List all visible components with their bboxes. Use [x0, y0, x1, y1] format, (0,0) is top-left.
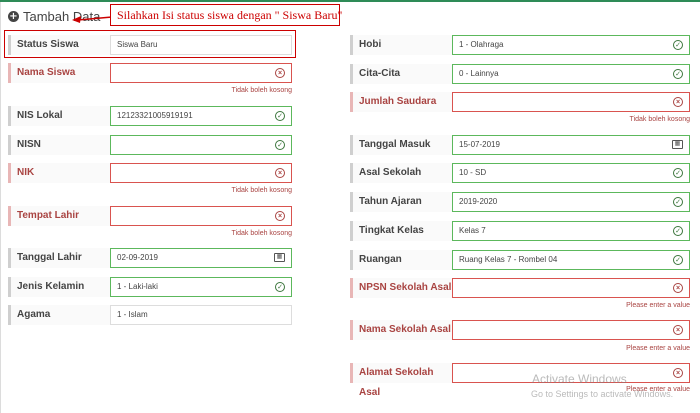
tingkat-kelas-select[interactable]: Kelas 7 ✓	[452, 221, 690, 241]
nama-sekolah-asal-input[interactable]: ×	[452, 320, 690, 340]
tanggal-lahir-label: Tanggal Lahir	[8, 248, 110, 268]
field-status-siswa: Status Siswa Siswa Baru	[8, 35, 292, 55]
cita-cita-select[interactable]: 0 - Lainnya ✓	[452, 64, 690, 84]
plus-circle-icon: +	[8, 10, 19, 22]
tingkat-kelas-value: Kelas 7	[459, 226, 486, 235]
instruction-callout: Silahkan Isi status siswa dengan " Siswa…	[110, 4, 342, 26]
windows-activation-watermark-title: Activate Windows	[532, 372, 627, 386]
agama-input[interactable]: 1 - Islam	[110, 305, 292, 325]
error-x-icon: ×	[275, 68, 285, 78]
agama-label: Agama	[8, 305, 110, 325]
nama-sekolah-asal-label: Nama Sekolah Asal	[350, 320, 452, 340]
tempat-lahir-help: Tidak boleh kosong	[231, 230, 292, 237]
jenis-kelamin-select[interactable]: 1 - Laki-laki ✓	[110, 277, 292, 297]
field-asal-sekolah: Asal Sekolah 10 - SD ✓	[350, 163, 690, 183]
field-alamat-sekolah-asal: Alamat Sekolah Asal ×	[350, 363, 690, 398]
npsn-sekolah-asal-help: Please enter a value	[626, 302, 690, 309]
tahun-ajaran-select[interactable]: 2019-2020 ✓	[452, 192, 690, 212]
check-icon: ✓	[673, 168, 683, 178]
error-x-icon: ×	[673, 97, 683, 107]
npsn-sekolah-asal-label: NPSN Sekolah Asal	[350, 278, 452, 298]
asal-sekolah-value: 10 - SD	[459, 168, 487, 177]
npsn-sekolah-asal-input[interactable]: ×	[452, 278, 690, 298]
nisn-label: NISN	[8, 135, 110, 155]
field-npsn-sekolah-asal: NPSN Sekolah Asal ×	[350, 278, 690, 298]
jenis-kelamin-value: 1 - Laki-laki	[117, 282, 158, 291]
check-icon: ✓	[673, 197, 683, 207]
tanggal-lahir-input[interactable]: 02-09-2019 ▦	[110, 248, 292, 268]
alamat-sekolah-asal-label: Alamat Sekolah Asal	[350, 363, 452, 398]
field-nik: NIK ×	[8, 163, 292, 183]
hobi-label: Hobi	[350, 35, 452, 55]
error-x-icon: ×	[673, 283, 683, 293]
check-icon: ✓	[673, 40, 683, 50]
field-nama-sekolah-asal: Nama Sekolah Asal ×	[350, 320, 690, 340]
nama-siswa-input[interactable]: ×	[110, 63, 292, 83]
windows-activation-watermark-subtitle: Go to Settings to activate Windows.	[531, 389, 674, 399]
asal-sekolah-label: Asal Sekolah	[350, 163, 452, 183]
jumlah-saudara-help: Tidak boleh kosong	[629, 116, 690, 123]
field-tahun-ajaran: Tahun Ajaran 2019-2020 ✓	[350, 192, 690, 212]
field-jenis-kelamin: Jenis Kelamin 1 - Laki-laki ✓	[8, 277, 292, 297]
status-siswa-label: Status Siswa	[8, 35, 110, 55]
check-icon: ✓	[673, 255, 683, 265]
calendar-icon[interactable]: ▦	[672, 140, 683, 149]
field-tanggal-lahir: Tanggal Lahir 02-09-2019 ▦	[8, 248, 292, 268]
jumlah-saudara-input[interactable]: ×	[452, 92, 690, 112]
tingkat-kelas-label: Tingkat Kelas	[350, 221, 452, 241]
nama-siswa-help: Tidak boleh kosong	[231, 87, 292, 94]
field-tempat-lahir: Tempat Lahir ×	[8, 206, 292, 226]
check-icon: ✓	[673, 226, 683, 236]
nama-sekolah-asal-help: Please enter a value	[626, 345, 690, 352]
tahun-ajaran-label: Tahun Ajaran	[350, 192, 452, 212]
field-nisn: NISN ✓	[8, 135, 292, 155]
check-icon: ✓	[673, 69, 683, 79]
error-x-icon: ×	[673, 368, 683, 378]
hobi-value: 1 - Olahraga	[459, 40, 504, 49]
hobi-select[interactable]: 1 - Olahraga ✓	[452, 35, 690, 55]
nik-help: Tidak boleh kosong	[231, 187, 292, 194]
cita-cita-value: 0 - Lainnya	[459, 69, 499, 78]
tempat-lahir-input[interactable]: ×	[110, 206, 292, 226]
nik-input[interactable]: ×	[110, 163, 292, 183]
field-tanggal-masuk: Tanggal Masuk 15-07-2019 ▦	[350, 135, 690, 155]
check-icon: ✓	[275, 282, 285, 292]
nis-lokal-input[interactable]: 12123321005919191 ✓	[110, 106, 292, 126]
field-nis-lokal: NIS Lokal 12123321005919191 ✓	[8, 106, 292, 126]
tanggal-lahir-value: 02-09-2019	[117, 253, 158, 262]
error-x-icon: ×	[673, 325, 683, 335]
status-siswa-input[interactable]: Siswa Baru	[110, 35, 292, 55]
cita-cita-label: Cita-Cita	[350, 64, 452, 84]
field-agama: Agama 1 - Islam	[8, 305, 292, 325]
tempat-lahir-label: Tempat Lahir	[8, 206, 110, 226]
error-x-icon: ×	[275, 211, 285, 221]
error-x-icon: ×	[275, 168, 285, 178]
field-tingkat-kelas: Tingkat Kelas Kelas 7 ✓	[350, 221, 690, 241]
field-nama-siswa: Nama Siswa ×	[8, 63, 292, 83]
tanggal-masuk-label: Tanggal Masuk	[350, 135, 452, 155]
tahun-ajaran-value: 2019-2020	[459, 197, 498, 206]
nis-lokal-label: NIS Lokal	[8, 106, 110, 126]
field-cita-cita: Cita-Cita 0 - Lainnya ✓	[350, 64, 690, 84]
ruangan-label: Ruangan	[350, 250, 452, 270]
calendar-icon[interactable]: ▦	[274, 253, 285, 262]
nis-lokal-value: 12123321005919191	[117, 111, 193, 120]
nik-label: NIK	[8, 163, 110, 183]
asal-sekolah-select[interactable]: 10 - SD ✓	[452, 163, 690, 183]
check-icon: ✓	[275, 140, 285, 150]
field-hobi: Hobi 1 - Olahraga ✓	[350, 35, 690, 55]
field-jumlah-saudara: Jumlah Saudara ×	[350, 92, 690, 112]
jumlah-saudara-label: Jumlah Saudara	[350, 92, 452, 112]
jenis-kelamin-label: Jenis Kelamin	[8, 277, 110, 297]
tanggal-masuk-input[interactable]: 15-07-2019 ▦	[452, 135, 690, 155]
tanggal-masuk-value: 15-07-2019	[459, 140, 500, 149]
nama-siswa-label: Nama Siswa	[8, 63, 110, 83]
ruangan-select[interactable]: Ruang Kelas 7 - Rombel 04 ✓	[452, 250, 690, 270]
ruangan-value: Ruang Kelas 7 - Rombel 04	[459, 255, 558, 264]
check-icon: ✓	[275, 111, 285, 121]
callout-arrow-icon	[72, 16, 112, 23]
nisn-input[interactable]: ✓	[110, 135, 292, 155]
field-ruangan: Ruangan Ruang Kelas 7 - Rombel 04 ✓	[350, 250, 690, 270]
